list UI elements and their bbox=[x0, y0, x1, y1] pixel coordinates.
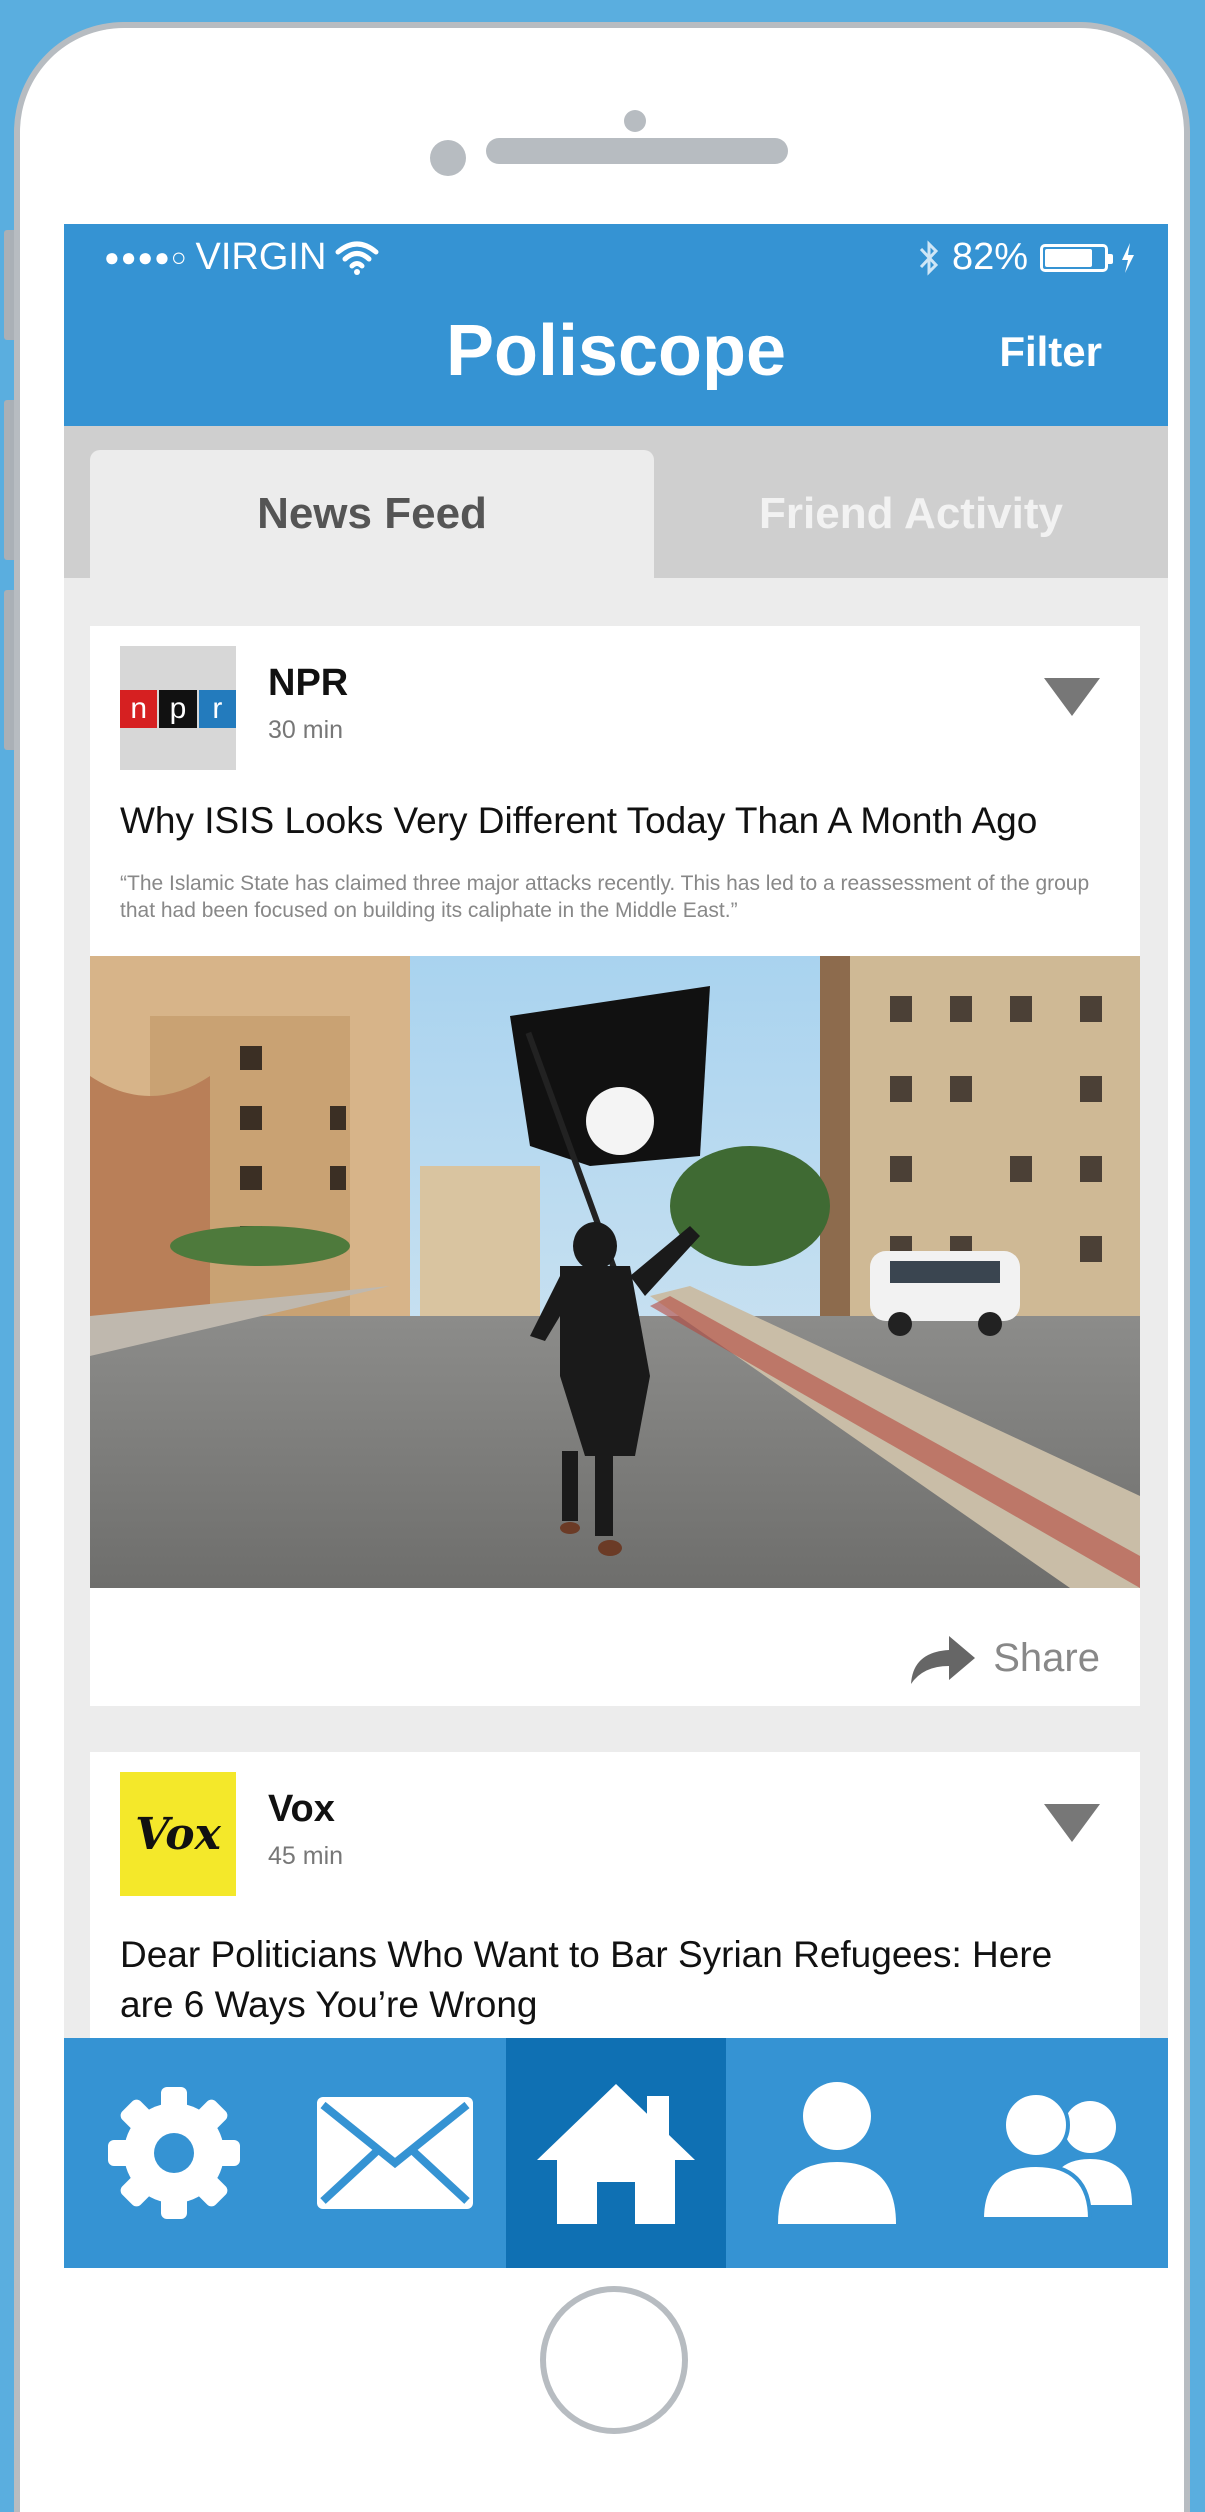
vox-logo: Vox bbox=[120, 1772, 236, 1896]
battery-icon bbox=[1040, 243, 1113, 272]
share-arrow-icon bbox=[911, 1636, 976, 1684]
chevron-down-icon[interactable] bbox=[1044, 1804, 1100, 1842]
battery-level-fill bbox=[1045, 248, 1092, 267]
charging-bolt-icon bbox=[1122, 242, 1134, 273]
article-summary: “The Islamic State has claimed three maj… bbox=[120, 872, 1090, 923]
share-label: Share bbox=[993, 1635, 1100, 1680]
filter-button[interactable]: Filter bbox=[999, 328, 1102, 376]
tab-news-feed[interactable]: News Feed bbox=[90, 450, 654, 578]
gear-icon bbox=[108, 2087, 241, 2219]
feed-tabs: News Feed Friend Activity bbox=[64, 426, 1168, 578]
volume-up-button bbox=[4, 400, 14, 560]
status-bar: ●●●●○ VIRGIN 82% bbox=[64, 224, 1168, 298]
bottom-tab-bar bbox=[64, 2038, 1168, 2268]
tab-profile[interactable] bbox=[726, 2038, 947, 2268]
npr-logo-letter: r bbox=[198, 690, 236, 728]
news-card[interactable]: n p r NPR 30 min Why ISIS Looks Very Dif… bbox=[90, 626, 1140, 1706]
headline[interactable]: Why ISIS Looks Very Different Today Than… bbox=[120, 796, 1110, 846]
user-icon bbox=[777, 2082, 896, 2224]
bluetooth-icon bbox=[919, 239, 939, 276]
article-image bbox=[90, 956, 1140, 1588]
post-time: 30 min bbox=[268, 716, 344, 744]
post-time: 45 min bbox=[268, 1842, 344, 1870]
headline[interactable]: Dear Politicians Who Want to Bar Syrian … bbox=[120, 1930, 1110, 2030]
chevron-down-icon[interactable] bbox=[1044, 678, 1100, 716]
article-photo[interactable] bbox=[90, 956, 1140, 1588]
carrier-name: VIRGIN bbox=[195, 236, 327, 278]
tab-friend-activity[interactable]: Friend Activity bbox=[654, 450, 1168, 578]
nav-bar: Poliscope Filter bbox=[64, 298, 1168, 426]
tab-friends[interactable] bbox=[947, 2038, 1168, 2268]
npr-logo: n p r bbox=[120, 646, 236, 770]
vox-logo-text: Vox bbox=[135, 1808, 221, 1860]
volume-down-button bbox=[4, 590, 14, 750]
tab-home[interactable] bbox=[505, 2038, 727, 2268]
tab-messages[interactable] bbox=[285, 2038, 506, 2268]
mail-icon bbox=[317, 2097, 474, 2209]
share-button[interactable]: Share bbox=[905, 1628, 1100, 1688]
proximity-sensor bbox=[624, 110, 646, 132]
app-screen: ●●●●○ VIRGIN 82% Poliscope Filter News F… bbox=[64, 224, 1168, 2268]
source-name: NPR bbox=[268, 662, 349, 704]
wifi-icon bbox=[335, 241, 379, 275]
mute-switch bbox=[4, 230, 14, 340]
battery-percent: 82% bbox=[951, 236, 1028, 278]
tab-settings[interactable] bbox=[64, 2038, 285, 2268]
signal-strength-icon: ●●●●○ bbox=[104, 242, 188, 272]
npr-logo-letter: n bbox=[120, 690, 158, 728]
front-camera bbox=[430, 140, 466, 176]
earpiece-speaker bbox=[486, 138, 788, 164]
source-name: Vox bbox=[268, 1788, 335, 1830]
group-icon bbox=[979, 2091, 1132, 2221]
home-icon bbox=[536, 2084, 695, 2224]
home-button[interactable] bbox=[540, 2286, 688, 2434]
npr-logo-letter: p bbox=[159, 690, 197, 728]
